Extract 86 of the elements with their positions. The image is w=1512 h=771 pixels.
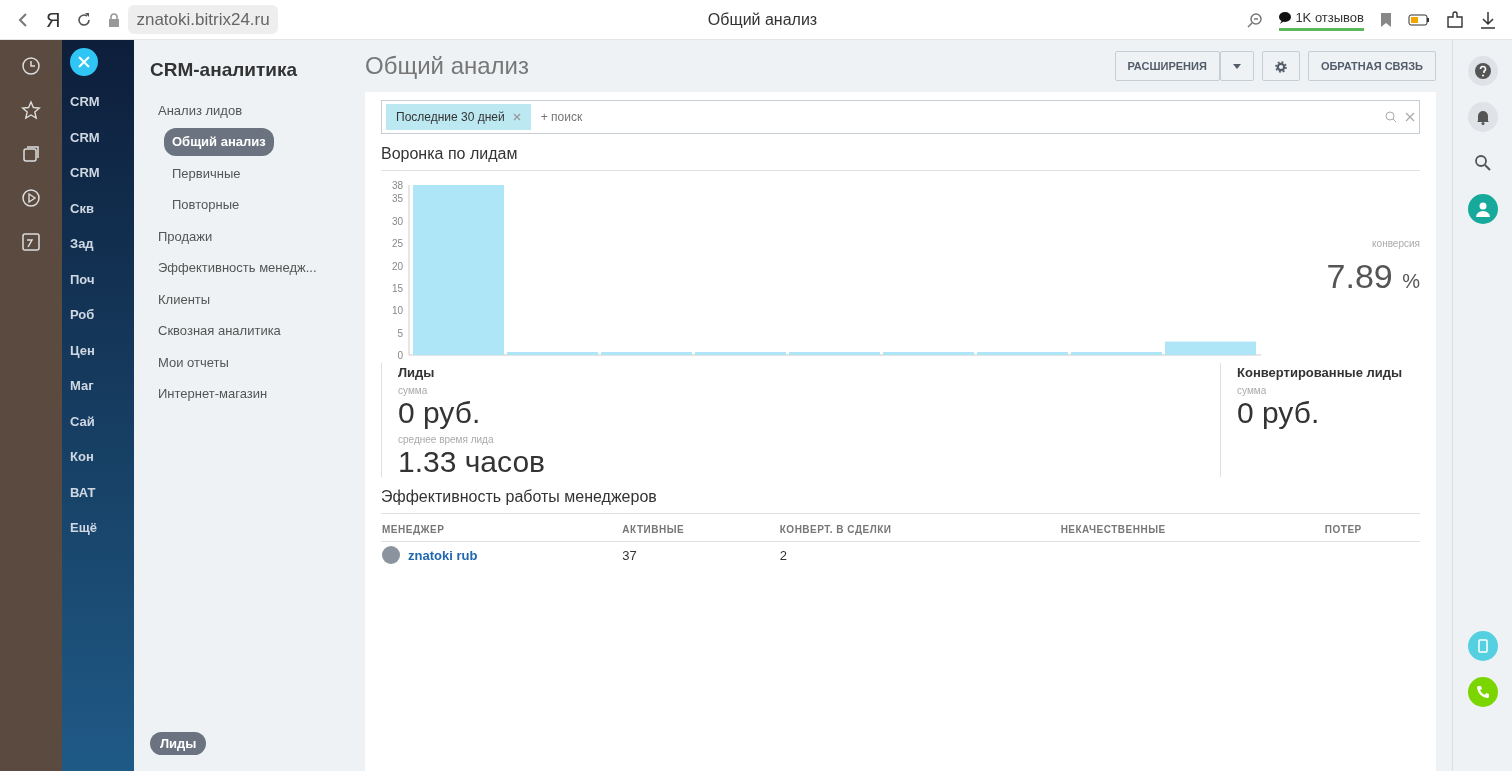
axis-tick: 0 (397, 350, 403, 359)
column-header: МЕНЕДЖЕР (381, 517, 622, 541)
sidebar-item[interactable]: Сквозная аналитика (150, 317, 289, 345)
table-cell: 2 (779, 547, 787, 563)
section-title: Эффективность работы менеджеров (381, 484, 1420, 514)
column-header: НЕКАЧЕСТВЕННЫЕ (1059, 517, 1324, 541)
percent-sign: % (1402, 270, 1420, 292)
sidebar-item[interactable]: Мои отчеты (150, 348, 237, 376)
star-icon[interactable] (21, 100, 41, 120)
filter-tag-label: Последние 30 дней (396, 109, 505, 126)
filter-field[interactable]: Последние 30 дней + поиск (381, 100, 1420, 134)
extensions-button[interactable]: РАСШИРЕНИЯ (1114, 50, 1220, 82)
manager-link[interactable]: znatoki rub (408, 545, 478, 565)
axis-tick: 15 (391, 282, 403, 294)
battery-icon (1408, 13, 1430, 26)
axis-tick: 30 (391, 215, 403, 227)
reviews-badge[interactable]: 1K отзывов (1279, 8, 1364, 31)
clock-icon[interactable] (21, 56, 41, 76)
menu-item[interactable]: Зад (70, 234, 100, 254)
filter-tag[interactable]: Последние 30 дней (386, 104, 531, 130)
conversion-value: 7.89 (1326, 257, 1393, 295)
address-bar[interactable]: znatoki.bitrix24.ru (128, 4, 278, 35)
menu-item[interactable]: Цен (70, 340, 100, 360)
sidebar-item[interactable]: Общий анализ (164, 128, 274, 156)
tag[interactable]: Лиды (150, 731, 207, 755)
chat-bubble-icon (1279, 12, 1292, 24)
time-label: среднее время лида (398, 432, 495, 447)
collections-icon[interactable] (21, 144, 41, 164)
menu-item[interactable]: Поч (70, 269, 100, 289)
calendar-icon[interactable] (21, 232, 41, 252)
settings-button[interactable] (1261, 50, 1300, 82)
sidebar-item[interactable]: Продажи (150, 222, 221, 250)
sum-value: 0 руб. (1237, 397, 1321, 428)
sidebar-item[interactable]: Анализ лидов (150, 96, 251, 124)
sidebar-item[interactable]: Эффективность менедж... (150, 254, 325, 282)
sidebar-item[interactable]: Клиенты (150, 285, 219, 313)
axis-tick: 5 (397, 327, 403, 339)
sidebar-item[interactable]: Первичные (164, 159, 249, 187)
avatar-icon (382, 546, 400, 565)
menu-item[interactable]: CRM (70, 127, 100, 147)
zoom-out-icon[interactable] (1247, 11, 1264, 28)
menu-item[interactable]: ВАТ (70, 482, 100, 502)
search-icon[interactable] (1473, 154, 1492, 172)
help-icon[interactable] (1473, 62, 1492, 80)
menu-item[interactable]: Маг (70, 376, 100, 396)
user-icon[interactable] (1473, 200, 1492, 218)
axis-tick: 20 (391, 260, 403, 272)
menu-item[interactable]: Ещё (70, 518, 100, 538)
puzzle-icon[interactable] (1446, 10, 1464, 29)
sum-label: сумма (398, 383, 429, 398)
sum-value: 0 руб. (398, 397, 482, 428)
stage-name: Конвертированные лиды (1237, 364, 1404, 382)
column-header: КОНВЕРТ. В СДЕЛКИ (778, 517, 1060, 541)
table-cell: 37 (622, 547, 637, 563)
conversion-label: конверсия (1371, 237, 1420, 251)
time-value: 1.33 часов (398, 446, 546, 477)
close-icon[interactable] (70, 48, 98, 76)
menu-item[interactable]: Скв (70, 198, 100, 218)
bookmark-icon[interactable] (1380, 11, 1392, 28)
browser-logo[interactable]: Я (46, 4, 61, 35)
sum-label: сумма (1237, 383, 1268, 398)
download-icon[interactable] (1480, 10, 1496, 29)
axis-tick: 38 (391, 180, 403, 191)
feedback-button[interactable]: ОБРАТНАЯ СВЯЗЬ (1307, 50, 1436, 82)
play-icon[interactable] (21, 188, 41, 208)
axis-tick: 35 (391, 193, 403, 205)
axis-tick: 10 (391, 305, 403, 317)
menu-item[interactable]: CRM (70, 163, 100, 183)
menu-item[interactable]: Сай (70, 411, 100, 431)
column-header: ПОТЕР (1323, 517, 1420, 541)
reload-icon[interactable] (76, 11, 93, 28)
gear-icon (1274, 60, 1287, 73)
caret-icon (1232, 64, 1241, 70)
menu-item[interactable]: Роб (70, 305, 100, 325)
sidebar-item[interactable]: Интернет-магазин (150, 380, 276, 408)
column-header: АКТИВНЫЕ (621, 517, 779, 541)
sidebar-title: CRM-аналитика (150, 58, 299, 82)
page-title: Общий анализ (365, 51, 530, 81)
section-title: Воронка по лидам (381, 142, 1420, 171)
sidebar-item[interactable]: Повторные (164, 191, 248, 219)
axis-tick: 25 (391, 238, 403, 250)
menu-item[interactable]: CRM (70, 92, 100, 112)
lock-icon (108, 12, 121, 27)
page-caption: Общий анализ (707, 10, 818, 28)
menu-item[interactable]: Кон (70, 447, 100, 467)
stage-name: Лиды (398, 364, 436, 382)
